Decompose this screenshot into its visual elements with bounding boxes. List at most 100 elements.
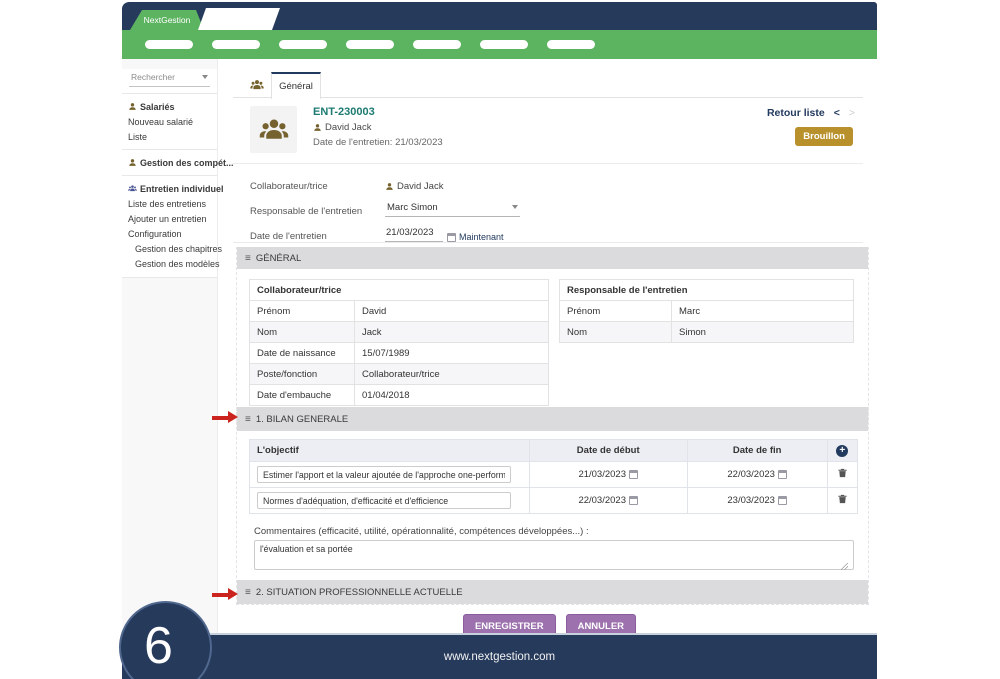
- sidebar-item-gestion-modeles[interactable]: Gestion des modèles: [122, 256, 217, 271]
- section-general-body: Collaborateur/trice PrénomDavid NomJack …: [237, 269, 868, 420]
- entity-name: David Jack: [325, 122, 371, 133]
- objectives-table: L'objectif Date de début Date de fin + 2…: [249, 439, 858, 514]
- table-row: NomJack: [250, 322, 549, 343]
- sidebar-item-label: Entretien individuel: [140, 184, 224, 194]
- nav-pill[interactable]: [212, 40, 260, 49]
- field-label: Responsable de l'entretien: [250, 206, 385, 217]
- brand-tab[interactable]: NextGestion: [130, 10, 204, 30]
- divider: [122, 175, 217, 176]
- row-value: Jack: [355, 322, 549, 343]
- divider: [122, 149, 217, 150]
- people-icon: [259, 115, 289, 145]
- end-date-value[interactable]: 23/03/2023: [727, 495, 775, 506]
- sidebar-item-label: Gestion des modèles: [135, 259, 220, 269]
- nav-pill[interactable]: [413, 40, 461, 49]
- row-value: Collaborateur/trice: [355, 364, 549, 385]
- entity-date-line: Date de l'entretien: 21/03/2023: [313, 137, 443, 148]
- chevron-right-icon[interactable]: >: [849, 107, 855, 119]
- sidebar-item-liste[interactable]: Liste: [122, 129, 217, 144]
- avatar: [250, 106, 297, 153]
- person-icon: [385, 182, 394, 191]
- table-row: Poste/fonctionCollaborateur/trice: [250, 364, 549, 385]
- entity-id[interactable]: ENT-230003: [313, 106, 443, 118]
- section-situation-header[interactable]: ≡ 2. SITUATION PROFESSIONNELLE ACTUELLE: [237, 580, 868, 604]
- app-window: NextGestion Rechercher: [122, 2, 877, 679]
- table-header: Collaborateur/trice: [250, 280, 549, 301]
- table-header: Responsable de l'entretien: [560, 280, 854, 301]
- comments-label: Commentaires (efficacité, utilité, opéra…: [254, 526, 851, 537]
- section-general-header[interactable]: ≡ GÉNÉRAL: [237, 247, 868, 269]
- calendar-icon[interactable]: [778, 496, 787, 505]
- sidebar-item-label: Ajouter un entretien: [128, 214, 207, 224]
- field-label: Collaborateur/trice: [250, 181, 385, 192]
- end-date-value[interactable]: 22/03/2023: [727, 469, 775, 480]
- table-row: PrénomDavid: [250, 301, 549, 322]
- nav-pill[interactable]: [547, 40, 595, 49]
- section-bilan-header[interactable]: ≡ 1. BILAN GENERALE: [237, 407, 868, 431]
- section-bilan-body: L'objectif Date de début Date de fin + 2…: [237, 431, 868, 587]
- sidebar-item-ajouter-entretien[interactable]: Ajouter un entretien: [122, 211, 217, 226]
- calendar-icon[interactable]: [629, 496, 638, 505]
- entity-summary: ENT-230003 David Jack Date de l'entretie…: [313, 106, 443, 148]
- table-row: NomSimon: [560, 322, 854, 343]
- now-link[interactable]: Maintenant: [447, 232, 504, 242]
- sidebar-item-liste-entretiens[interactable]: Liste des entretiens: [122, 196, 217, 211]
- annotation-arrow-situation: [212, 588, 239, 601]
- people-icon: [250, 78, 264, 92]
- back-to-list-link[interactable]: Retour liste: [767, 107, 825, 119]
- now-link-label: Maintenant: [459, 232, 504, 242]
- sidebar-item-entretien-individuel[interactable]: Entretien individuel: [122, 181, 217, 196]
- annotation-arrow-bilan: [212, 411, 239, 424]
- footer: www.nextgestion.com: [122, 633, 877, 679]
- chevron-down-icon: [202, 75, 208, 79]
- calendar-icon[interactable]: [629, 470, 638, 479]
- objective-input[interactable]: [257, 492, 511, 509]
- main-content: Général ENT-230003 David Jack Date de l'…: [233, 59, 877, 635]
- row-label: Date d'embauche: [250, 385, 355, 406]
- section-situation: ≡ 2. SITUATION PROFESSIONNELLE ACTUELLE: [236, 580, 869, 605]
- table-row: Date de naissance15/07/1989: [250, 343, 549, 364]
- person-icon: [128, 158, 137, 167]
- objective-input[interactable]: [257, 466, 511, 483]
- footer-url: www.nextgestion.com: [444, 651, 555, 663]
- row-label: Prénom: [250, 301, 355, 322]
- tab-general[interactable]: Général: [271, 72, 321, 99]
- nav-pill[interactable]: [480, 40, 528, 49]
- manager-select[interactable]: Marc Simon: [385, 201, 520, 217]
- sidebar-item-salaries[interactable]: Salariés: [122, 99, 217, 114]
- sidebar-search-select[interactable]: Rechercher: [129, 69, 210, 87]
- manager-table: Responsable de l'entretien PrénomMarc No…: [559, 279, 854, 343]
- sidebar-item-gestion-chapitres[interactable]: Gestion des chapitres: [122, 241, 217, 256]
- sidebar-item-label: Salariés: [140, 102, 175, 112]
- col-date-fin: Date de fin: [687, 440, 827, 462]
- section-general: ≡ GÉNÉRAL Collaborateur/trice PrénomDavi…: [236, 247, 869, 421]
- nav-pill[interactable]: [145, 40, 193, 49]
- sidebar-item-label: Liste des entretiens: [128, 199, 206, 209]
- collaborator-name: David Jack: [397, 181, 443, 192]
- trash-icon[interactable]: [837, 493, 848, 505]
- nav-pill[interactable]: [346, 40, 394, 49]
- trash-icon[interactable]: [837, 467, 848, 479]
- nav-pill[interactable]: [279, 40, 327, 49]
- start-date-value[interactable]: 21/03/2023: [578, 469, 626, 480]
- calendar-icon[interactable]: [778, 470, 787, 479]
- tab-label: Général: [279, 81, 313, 92]
- search-placeholder: Rechercher: [131, 72, 175, 82]
- row-value: Marc: [672, 301, 854, 322]
- comments-textarea[interactable]: l'évaluation et sa portée: [254, 540, 854, 570]
- sidebar-item-gestion-competences[interactable]: Gestion des compét...: [122, 155, 217, 170]
- section-handle-icon: ≡: [245, 253, 251, 264]
- sidebar-item-nouveau-salarie[interactable]: Nouveau salarié: [122, 114, 217, 129]
- date-input[interactable]: 21/03/2023: [385, 226, 443, 242]
- chevron-left-icon[interactable]: <: [834, 107, 840, 119]
- row-label: Date de naissance: [250, 343, 355, 364]
- entity-name-row: David Jack: [313, 122, 443, 133]
- collaborator-value: David Jack: [385, 181, 443, 192]
- start-date-value[interactable]: 22/03/2023: [578, 495, 626, 506]
- collaborator-table: Collaborateur/trice PrénomDavid NomJack …: [249, 279, 549, 406]
- sidebar-item-configuration[interactable]: Configuration: [122, 226, 217, 241]
- sidebar: Rechercher Salariés Nouveau salarié List…: [122, 59, 218, 635]
- entity-header-card: ENT-230003 David Jack Date de l'entretie…: [233, 99, 863, 164]
- add-row-button[interactable]: +: [836, 445, 848, 457]
- objective-row: 21/03/2023 22/03/2023: [250, 462, 858, 488]
